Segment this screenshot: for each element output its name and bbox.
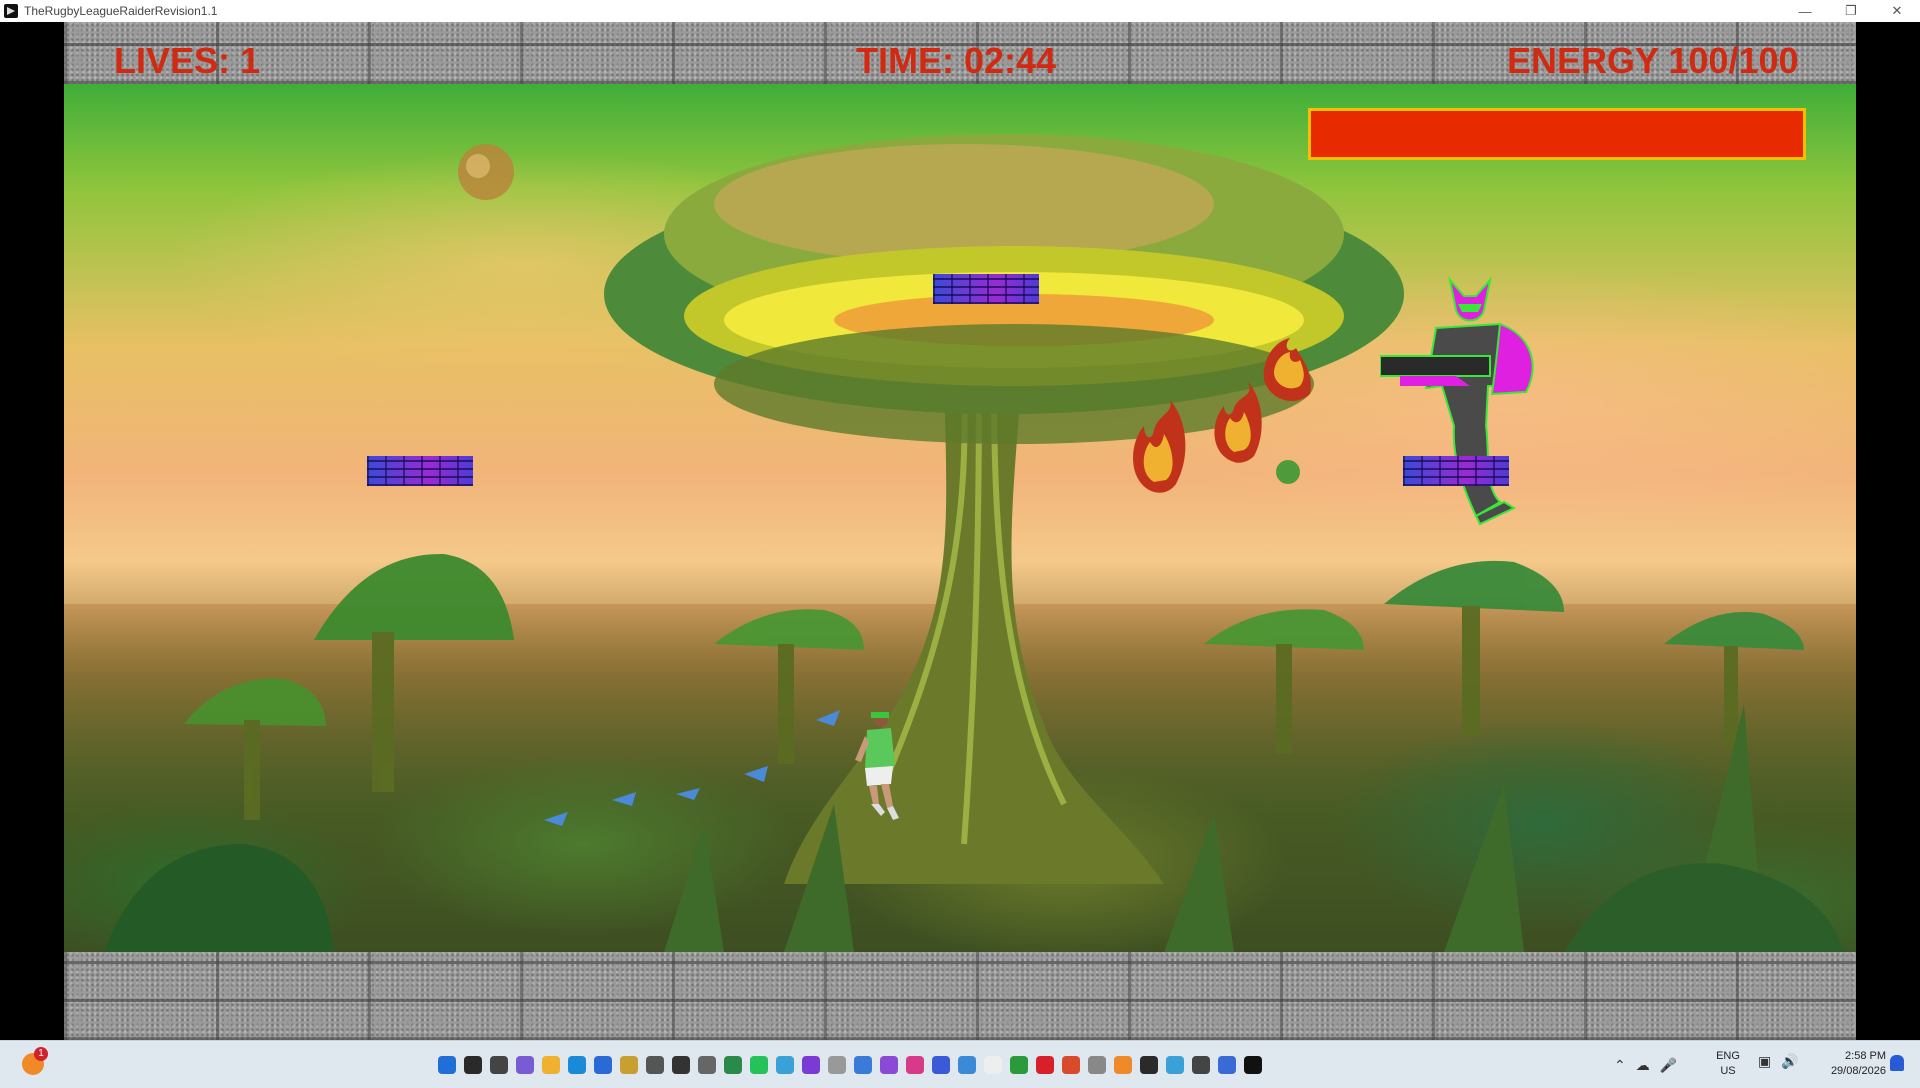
task-view-icon[interactable]	[490, 1056, 508, 1074]
letterbox-left	[0, 22, 64, 1040]
grid-app-icon[interactable]	[724, 1056, 742, 1074]
taskbar: 1 ⌃ ☁ 🎤 ENG US ▣ 🔊 2:58 PM 29/08/2026	[0, 1040, 1920, 1088]
alien-boss-enemy	[1380, 276, 1534, 526]
restore-icon[interactable]: ❐	[1828, 0, 1874, 22]
instagram-icon[interactable]	[906, 1056, 924, 1074]
time-counter: TIME: 02:44	[856, 40, 1057, 81]
notification-bell-icon[interactable]	[1890, 1055, 1904, 1071]
app-icon[interactable]	[1140, 1056, 1158, 1074]
windows-start-icon[interactable]	[438, 1056, 456, 1074]
copilot-icon[interactable]	[516, 1056, 534, 1074]
app-icon[interactable]	[1062, 1056, 1080, 1074]
rugby-player-character	[855, 712, 899, 820]
clock-time: 2:58 PM	[1845, 1050, 1886, 1062]
minimize-icon[interactable]: —	[1782, 0, 1828, 22]
document-icon[interactable]	[984, 1056, 1002, 1074]
search-icon[interactable]	[464, 1056, 482, 1074]
app-icon[interactable]	[1166, 1056, 1184, 1074]
lives-counter: LIVES: 1	[114, 40, 261, 81]
settings-icon[interactable]	[1192, 1056, 1210, 1074]
xbox-icon[interactable]	[1010, 1056, 1028, 1074]
energy-label: ENERGY 100/100	[1507, 40, 1799, 81]
floating-brick-platform	[1403, 456, 1509, 486]
edge-icon[interactable]	[568, 1056, 586, 1074]
close-icon[interactable]: ✕	[1874, 0, 1920, 22]
pinned-apps	[438, 1053, 1262, 1077]
store-icon[interactable]	[594, 1056, 612, 1074]
notification-badge: 1	[34, 1047, 48, 1061]
app-icon[interactable]	[1036, 1056, 1054, 1074]
game-canvas[interactable]: LIVES: 1 TIME: 02:44 ENERGY 100/100	[64, 22, 1856, 1040]
vlc-icon[interactable]	[1114, 1056, 1132, 1074]
game-icon[interactable]	[1244, 1056, 1262, 1074]
app-icon[interactable]	[1088, 1056, 1106, 1074]
display-icon: ▣	[1758, 1053, 1772, 1069]
chart-icon[interactable]	[672, 1056, 690, 1074]
notepad-icon[interactable]	[646, 1056, 664, 1074]
file-explorer-icon[interactable]	[542, 1056, 560, 1074]
camera-icon[interactable]	[698, 1056, 716, 1074]
app-icon[interactable]	[880, 1056, 898, 1074]
folder-icon[interactable]	[828, 1056, 846, 1074]
energy-bar	[1308, 108, 1806, 160]
clock[interactable]: 2:58 PM 29/08/2026	[1810, 1049, 1886, 1079]
quick-settings[interactable]: ▣ 🔊	[1758, 1053, 1799, 1070]
whatsapp-icon[interactable]	[750, 1056, 768, 1074]
region-code: US	[1720, 1065, 1736, 1077]
window-title-bar[interactable]: TheRugbyLeagueRaiderRevision1.1 — ❐ ✕	[0, 0, 1920, 22]
app-icon	[4, 4, 18, 18]
system-tray: ⌃ ☁ 🎤	[1614, 1053, 1677, 1077]
brick-wall-bottom	[64, 952, 1856, 1040]
window-controls: — ❐ ✕	[1782, 0, 1920, 22]
app-icon[interactable]	[932, 1056, 950, 1074]
letterbox-right	[1856, 22, 1920, 1040]
app-icon[interactable]	[802, 1056, 820, 1074]
fireball-projectiles	[1133, 338, 1311, 493]
app-icon[interactable]	[620, 1056, 638, 1074]
language-code: ENG	[1716, 1050, 1740, 1062]
microphone-icon[interactable]: 🎤	[1660, 1057, 1677, 1074]
floating-brick-platform	[933, 274, 1039, 304]
network-off-icon[interactable]: ☁	[1636, 1057, 1650, 1074]
app-icon[interactable]	[776, 1056, 794, 1074]
clock-date: 29/08/2026	[1830, 1065, 1886, 1077]
fireball	[1263, 338, 1311, 402]
fireball	[1133, 400, 1186, 493]
volume-icon: 🔊	[1781, 1053, 1799, 1069]
floating-brick-platform	[367, 456, 473, 486]
language-indicator[interactable]: ENG US	[1714, 1049, 1742, 1079]
app-icon[interactable]	[854, 1056, 872, 1074]
window-title: TheRugbyLeagueRaiderRevision1.1	[24, 4, 218, 18]
onedrive-icon[interactable]	[958, 1056, 976, 1074]
chevron-up-icon[interactable]: ⌃	[1614, 1057, 1626, 1074]
app-icon[interactable]	[1218, 1056, 1236, 1074]
fireball	[1214, 382, 1262, 463]
alien-landscape-background	[64, 84, 1856, 952]
